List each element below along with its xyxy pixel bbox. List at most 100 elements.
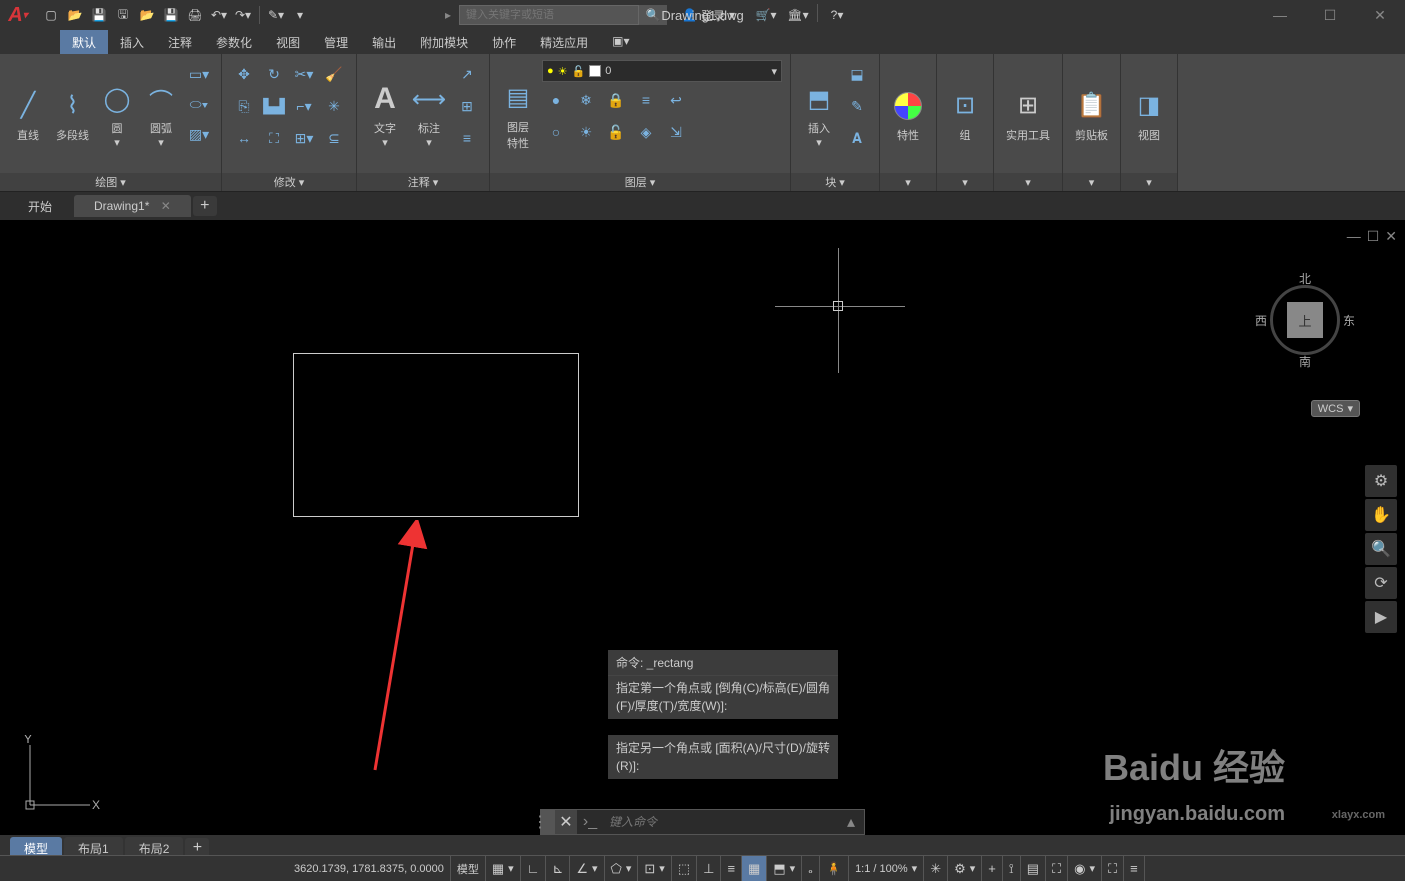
cart-icon[interactable]: 🛒▾ [750, 4, 782, 26]
copy-icon[interactable]: ⎘ [230, 92, 258, 120]
group-button[interactable]: ⊡组 [945, 60, 985, 167]
close-button[interactable]: ✕ [1355, 0, 1405, 30]
app-logo[interactable]: A▾ [0, 0, 36, 30]
line-button[interactable]: ╱直线 [8, 60, 48, 167]
saveas-icon[interactable]: 🖫 [112, 4, 134, 26]
viewcube-south[interactable]: 南 [1299, 353, 1311, 370]
isodraft-toggle[interactable]: ⬠▾ [605, 856, 639, 881]
tab-output[interactable]: 输出 [360, 30, 408, 54]
orbit-icon[interactable]: ⟳ [1365, 567, 1397, 599]
pan-icon[interactable]: ✋ [1365, 499, 1397, 531]
isolate-toggle[interactable]: ◉▾ [1068, 856, 1102, 881]
anno-viz-toggle[interactable]: ✳ [924, 856, 948, 881]
fullnav-icon[interactable]: ⚙ [1365, 465, 1397, 497]
otrack-toggle[interactable]: ⊥ [697, 856, 721, 881]
panel-utils-title[interactable]: ▾ [994, 173, 1062, 191]
fillet-icon[interactable]: ⌐▾ [290, 92, 318, 120]
cloud-save-icon[interactable]: 💾 [160, 4, 182, 26]
3dosnap-toggle[interactable]: ⬚ [672, 856, 697, 881]
layer-merge-icon[interactable]: ⇲ [662, 118, 690, 146]
view-button[interactable]: ◨视图 [1129, 60, 1169, 167]
vp-close-icon[interactable]: ✕ [1385, 228, 1397, 245]
polar-toggle[interactable]: ∠▾ [570, 856, 604, 881]
hw-accel-toggle[interactable]: ⛶ [1046, 856, 1068, 881]
viewcube-east[interactable]: 东 [1343, 312, 1355, 329]
panel-modify-title[interactable]: 修改▾ [222, 173, 356, 191]
array-icon[interactable]: ⊞▾ [290, 124, 318, 152]
panel-draw-title[interactable]: 绘图▾ [0, 173, 221, 191]
help-icon[interactable]: ?▾ [821, 4, 853, 26]
utils-button[interactable]: ⊞实用工具 [1002, 60, 1054, 167]
new-doc-button[interactable]: + [193, 196, 217, 216]
cmd-prompt-icon[interactable]: ›_ [577, 810, 603, 834]
leader-icon[interactable]: ↗ [453, 60, 481, 88]
layer-combo[interactable]: ●☀🔓0▾ [542, 60, 782, 82]
mirror-icon[interactable]: ▙▟ [260, 92, 288, 120]
app-store-icon[interactable]: 🏛▾ [782, 4, 814, 26]
panel-props-title[interactable]: ▾ [880, 173, 936, 191]
dimension-button[interactable]: ⟷标注▾ [409, 60, 449, 167]
erase-icon[interactable]: 🧹 [320, 60, 348, 88]
cmd-recent-icon[interactable]: ▴ [838, 810, 864, 834]
cmd-close-icon[interactable]: ✕ [555, 810, 577, 834]
panel-view-title[interactable]: ▾ [1121, 173, 1177, 191]
block-create-icon[interactable]: ⬓ [843, 60, 871, 88]
annomonitor-toggle[interactable]: + [982, 856, 1003, 881]
viewcube-north[interactable]: 北 [1299, 270, 1311, 287]
qi-toggle[interactable]: ▤ [1021, 856, 1046, 881]
showmotion-icon[interactable]: ▶ [1365, 601, 1397, 633]
qat-more-icon[interactable]: ▾ [289, 4, 311, 26]
viewcube-top[interactable]: 上 [1287, 302, 1323, 338]
command-input[interactable] [603, 810, 838, 834]
zoom-icon[interactable]: 🔍 [1365, 533, 1397, 565]
panel-block-title[interactable]: 块▾ [791, 173, 879, 191]
tab-parametric[interactable]: 参数化 [204, 30, 264, 54]
layer-props-button[interactable]: ▤图层 特性 [498, 60, 538, 167]
layer-lock-icon[interactable]: 🔒 [602, 86, 630, 114]
units-toggle[interactable]: ⟟ [1003, 856, 1021, 881]
space-toggle[interactable]: 模型 [451, 856, 486, 881]
panel-clip-title[interactable]: ▾ [1063, 173, 1120, 191]
polyline-button[interactable]: ⌇多段线 [52, 60, 93, 167]
customize-toggle[interactable]: ≡ [1124, 856, 1145, 881]
stretch-icon[interactable]: ↔ [230, 124, 258, 152]
wcs-badge[interactable]: WCS▾ [1311, 400, 1360, 417]
cmd-grip-icon[interactable]: ⋮⋮ [541, 810, 555, 834]
layer-match-icon[interactable]: ≡ [632, 86, 660, 114]
tab-insert[interactable]: 插入 [108, 30, 156, 54]
arc-button[interactable]: ⌒圆弧▾ [141, 60, 181, 167]
panel-annot-title[interactable]: 注释▾ [357, 173, 489, 191]
print-icon[interactable]: 🖨 [184, 4, 206, 26]
osnap-toggle[interactable]: ⊡▾ [638, 856, 671, 881]
save-icon[interactable]: 💾 [88, 4, 110, 26]
ellipse-icon[interactable]: ⬭▾ [185, 90, 213, 118]
move-icon[interactable]: ✥ [230, 60, 258, 88]
workspace-switch[interactable]: ⚙▾ [948, 856, 982, 881]
rotate-icon[interactable]: ↻ [260, 60, 288, 88]
viewcube-west[interactable]: 西 [1255, 312, 1267, 329]
scale-icon[interactable]: ⛶ [260, 124, 288, 152]
hatch-icon[interactable]: ▨▾ [185, 120, 213, 148]
layer-iso-icon[interactable]: ◈ [632, 118, 660, 146]
new-icon[interactable]: ▢ [40, 4, 62, 26]
cloud-open-icon[interactable]: 📂 [136, 4, 158, 26]
panel-group-title[interactable]: ▾ [937, 173, 993, 191]
viewcube[interactable]: 上 北 南 东 西 [1255, 270, 1355, 370]
layer-thaw-icon[interactable]: ☀ [572, 118, 600, 146]
lwt-toggle[interactable]: ≡ [721, 856, 742, 881]
coords-display[interactable]: 3620.1739, 1781.8375, 0.0000 [288, 856, 451, 881]
block-attr-icon[interactable]: 𝐀 [843, 124, 871, 152]
start-tab[interactable]: 开始 [8, 194, 72, 219]
block-edit-icon[interactable]: ✎ [843, 92, 871, 120]
open-icon[interactable]: 📂 [64, 4, 86, 26]
drawing-tab[interactable]: Drawing1* ✕ [74, 195, 191, 217]
undo-icon[interactable]: ↶▾ [208, 4, 230, 26]
panel-layers-title[interactable]: 图层▾ [490, 173, 790, 191]
tab-addins[interactable]: 附加模块 [408, 30, 480, 54]
text-button[interactable]: A文字▾ [365, 60, 405, 167]
tab-annotate[interactable]: 注释 [156, 30, 204, 54]
tab-manage[interactable]: 管理 [312, 30, 360, 54]
redo-icon[interactable]: ↷▾ [232, 4, 254, 26]
table-icon[interactable]: ⊞ [453, 92, 481, 120]
vp-minimize-icon[interactable]: — [1347, 228, 1361, 245]
